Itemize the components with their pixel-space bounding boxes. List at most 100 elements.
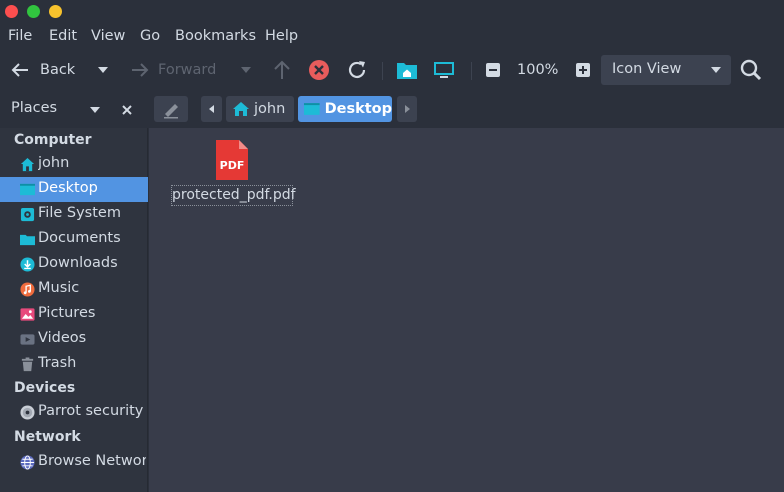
sidebar-item-browse-network[interactable]: Browse Network	[0, 450, 148, 475]
breadcrumb-john-label: john	[254, 101, 286, 117]
computer-icon	[434, 62, 454, 78]
videos-icon	[20, 334, 35, 345]
download-icon	[20, 257, 35, 272]
close-icon[interactable]	[122, 105, 132, 115]
sidebar-item-label: Parrot security	[38, 403, 144, 419]
network-globe-icon	[20, 455, 35, 470]
zoom-out-button[interactable]	[486, 50, 500, 90]
title-bar	[0, 0, 784, 24]
sidebar-item-label: Downloads	[38, 255, 118, 271]
sidebar-item-label: Desktop	[38, 180, 98, 196]
file-view[interactable]: PDF protected_pdf.pdf	[149, 128, 784, 492]
toolbar: Back Forward 100% Icon View	[0, 50, 784, 90]
toolbar-separator	[471, 62, 472, 80]
toggle-location-entry-button[interactable]	[154, 96, 188, 122]
file-name: protected_pdf.pdf	[171, 185, 296, 206]
places-header: Places	[0, 90, 148, 128]
sidebar-item-downloads[interactable]: Downloads	[0, 252, 148, 277]
section-devices: Devices	[14, 380, 76, 396]
chevron-down-icon	[711, 67, 721, 73]
places-sidebar: Computer john Desktop File System Docume…	[0, 128, 148, 492]
zoom-level: 100%	[517, 50, 558, 90]
forward-button[interactable]: Forward	[128, 50, 216, 90]
sidebar-item-label: Videos	[38, 330, 87, 346]
chevron-down-icon[interactable]	[89, 106, 101, 114]
menu-file[interactable]: File	[8, 28, 32, 44]
sidebar-item-documents[interactable]: Documents	[0, 227, 148, 252]
zoom-in-button[interactable]	[576, 50, 590, 90]
forward-history-dropdown[interactable]	[240, 50, 252, 90]
up-button[interactable]	[272, 50, 292, 90]
sidebar-item-label: File System	[38, 205, 121, 221]
menu-bookmarks[interactable]: Bookmarks	[175, 28, 256, 44]
section-computer: Computer	[14, 132, 92, 148]
sidebar-item-pictures[interactable]: Pictures	[0, 302, 148, 327]
music-icon	[20, 282, 35, 297]
view-mode-label: Icon View	[612, 61, 682, 77]
zoom-out-icon	[486, 63, 500, 77]
computer-button[interactable]	[432, 50, 456, 90]
breadcrumb-john[interactable]: john	[226, 96, 294, 122]
breadcrumb-scroll-left[interactable]	[201, 96, 222, 122]
sidebar-item-john[interactable]: john	[0, 152, 148, 177]
search-button[interactable]	[735, 55, 767, 85]
home-folder-icon	[397, 63, 417, 79]
arrow-right-icon	[132, 63, 149, 77]
menu-go[interactable]: Go	[140, 28, 160, 44]
home-icon	[233, 102, 249, 116]
section-network: Network	[14, 429, 81, 445]
reload-icon	[348, 61, 366, 79]
location-bar: Places john Desktop	[0, 90, 784, 128]
chevron-down-icon	[98, 67, 108, 73]
toolbar-separator	[382, 62, 383, 80]
trash-icon	[21, 357, 34, 372]
menu-edit[interactable]: Edit	[49, 28, 77, 44]
menu-help[interactable]: Help	[265, 28, 298, 44]
pdf-file-icon: PDF	[216, 140, 248, 180]
file-item[interactable]: PDF protected_pdf.pdf	[171, 139, 296, 209]
arrow-up-icon	[274, 60, 290, 79]
sidebar-item-videos[interactable]: Videos	[0, 327, 148, 352]
menu-bar: File Edit View Go Bookmarks Help	[0, 24, 784, 50]
sidebar-item-music[interactable]: Music	[0, 277, 148, 302]
sidebar-item-parrot-security[interactable]: Parrot security	[0, 400, 148, 425]
sidebar-item-label: Music	[38, 280, 80, 296]
places-label: Places	[11, 100, 58, 116]
menu-view[interactable]: View	[91, 28, 125, 44]
maximize-window-button[interactable]	[27, 5, 40, 18]
zoom-in-icon	[576, 63, 590, 77]
sidebar-item-label: john	[38, 155, 70, 171]
desktop-folder-icon	[303, 103, 320, 115]
desktop-folder-icon	[20, 183, 35, 196]
back-history-dropdown[interactable]	[97, 50, 109, 90]
search-icon	[740, 59, 762, 81]
pdf-badge: PDF	[220, 159, 245, 172]
breadcrumb-desktop-label: Desktop	[324, 101, 392, 117]
sidebar-item-file-system[interactable]: File System	[0, 202, 148, 227]
minimize-window-button[interactable]	[49, 5, 62, 18]
home-button[interactable]	[396, 50, 418, 90]
folder-icon	[20, 234, 35, 246]
zoom-value: 100%	[517, 62, 559, 78]
stop-button[interactable]	[308, 50, 330, 90]
view-mode-select[interactable]: Icon View	[601, 55, 731, 85]
sidebar-item-trash[interactable]: Trash	[0, 352, 148, 377]
sidebar-item-label: Documents	[38, 230, 121, 246]
sidebar-item-label: Trash	[38, 355, 77, 371]
arrow-left-icon	[11, 63, 28, 77]
breadcrumb-scroll-right[interactable]	[397, 96, 417, 122]
back-button[interactable]: Back	[8, 50, 75, 90]
sidebar-item-desktop[interactable]: Desktop	[0, 177, 148, 202]
chevron-left-icon	[209, 105, 214, 113]
forward-label: Forward	[158, 62, 217, 78]
sidebar-item-label: Pictures	[38, 305, 96, 321]
edit-icon	[164, 104, 178, 119]
close-window-button[interactable]	[5, 5, 18, 18]
sidebar-item-label: Browse Network	[38, 453, 146, 469]
reload-button[interactable]	[345, 50, 369, 90]
pictures-icon	[20, 308, 35, 321]
home-icon	[20, 157, 35, 172]
breadcrumb-desktop[interactable]: Desktop	[298, 96, 392, 122]
optical-disc-icon	[20, 405, 35, 420]
chevron-down-icon	[241, 67, 251, 73]
